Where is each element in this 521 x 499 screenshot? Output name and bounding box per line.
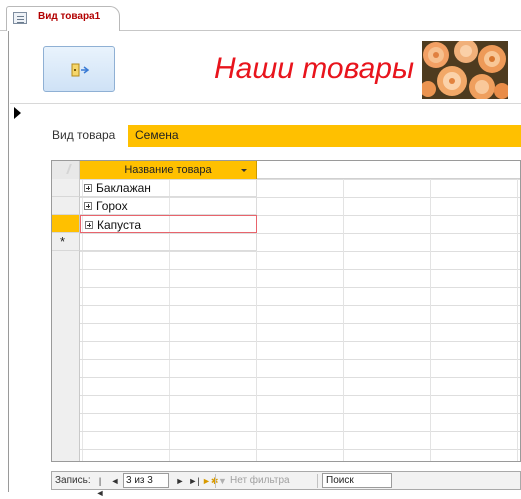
form-header-divider <box>10 103 521 104</box>
product-name: Баклажан <box>96 181 151 195</box>
row-selector[interactable] <box>52 179 80 197</box>
table-row[interactable]: Баклажан <box>52 179 520 197</box>
column-header-nazvanie[interactable]: Название товара <box>80 161 257 179</box>
expand-plus-icon[interactable] <box>84 184 92 192</box>
new-row-selector[interactable]: * <box>52 233 80 251</box>
exit-button[interactable] <box>43 46 115 92</box>
next-record-button[interactable]: ► <box>175 475 185 487</box>
row-selector-current[interactable] <box>52 215 80 233</box>
first-record-button[interactable]: |◄ <box>95 475 105 498</box>
filter-toggle[interactable]: Нет фильтра <box>230 475 290 486</box>
current-record-field[interactable]: 3 из 3 <box>123 473 169 488</box>
product-name-cell-active[interactable]: Капуста <box>80 215 257 233</box>
field-label-vid-tovara: Вид товара <box>52 128 116 142</box>
row-selector[interactable] <box>52 197 80 215</box>
new-record-icon: * <box>60 234 66 249</box>
last-record-button[interactable]: ►| <box>187 475 201 487</box>
tab-vid-tovara1[interactable]: Вид товара1 <box>6 6 120 31</box>
search-input[interactable]: Поиск <box>322 473 392 488</box>
table-row[interactable]: Капуста <box>52 215 520 233</box>
product-name-cell[interactable]: Баклажан <box>80 179 257 197</box>
datasheet-header: Название товара <box>52 161 520 179</box>
product-name-cell[interactable]: Горох <box>80 197 257 215</box>
previous-record-button[interactable]: ◄ <box>110 475 120 487</box>
tab-label: Вид товара1 <box>38 11 101 22</box>
current-record-pointer-icon <box>14 107 21 119</box>
filter-icon: ▼ <box>218 476 227 486</box>
flower-picture <box>422 41 508 99</box>
expand-plus-icon[interactable] <box>85 221 93 229</box>
form-title: Наши товары <box>214 52 415 85</box>
nav-separator <box>317 474 318 488</box>
document-tab-strip: Вид товара1 <box>0 0 521 31</box>
record-label: Запись: <box>55 475 91 486</box>
new-product-cell[interactable] <box>80 233 257 251</box>
record-selector-bar <box>8 31 9 492</box>
expand-plus-icon[interactable] <box>84 202 92 210</box>
product-name: Капуста <box>97 218 142 232</box>
nav-separator <box>215 474 216 488</box>
form-icon <box>13 12 27 24</box>
new-record-row[interactable]: * <box>52 233 520 251</box>
select-all-corner[interactable] <box>52 161 80 179</box>
record-navigation-bar: Запись: |◄ ◄ 3 из 3 ► ►| ►✱ ▼ Нет фильтр… <box>51 471 521 498</box>
products-datasheet: Название товара Баклажан Горох Капуста * <box>51 160 521 462</box>
chevron-down-icon[interactable] <box>241 169 247 172</box>
column-header-label: Название товара <box>124 164 212 176</box>
table-row[interactable]: Горох <box>52 197 520 215</box>
new-record-button[interactable]: ►✱ <box>202 475 218 487</box>
vid-tovara-combo[interactable]: Семена <box>128 125 521 147</box>
exit-icon <box>71 63 89 77</box>
select-all-icon <box>60 164 72 174</box>
flower-image <box>422 41 508 99</box>
product-name: Горох <box>96 199 128 213</box>
